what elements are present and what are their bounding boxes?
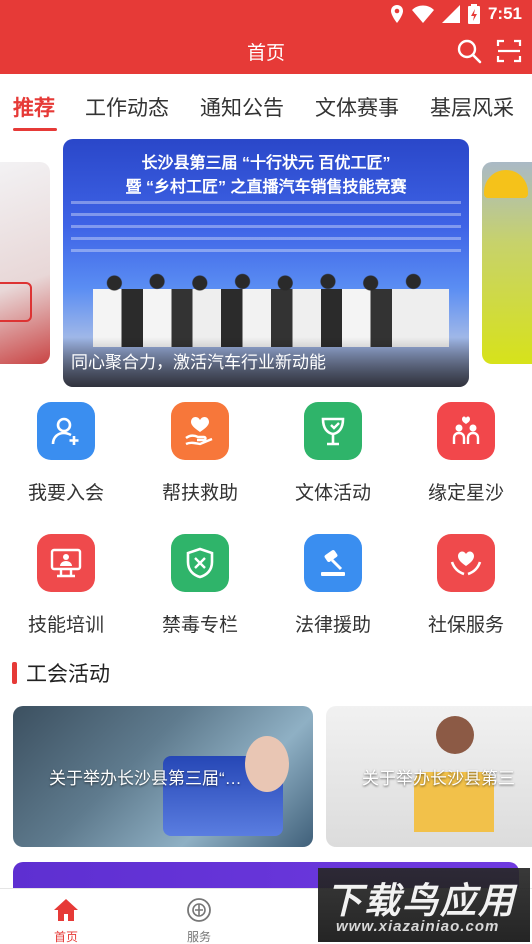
couple-heart-icon — [437, 402, 495, 460]
tab-notices[interactable]: 通知公告 — [200, 92, 284, 122]
banner-caption-overlay: 同心聚合力，激活汽车行业新动能 — [63, 337, 469, 387]
banner-sponsor-list — [71, 201, 461, 259]
helping-hand-heart-icon — [171, 402, 229, 460]
banner-photo — [93, 267, 449, 347]
slide-graphic — [484, 170, 528, 198]
service-label: 文体活动 — [294, 483, 371, 504]
page-title: 首页 — [246, 43, 285, 64]
wifi-icon — [411, 5, 434, 23]
activity-card-title: 关于举办长沙县第三 — [362, 769, 515, 788]
watermark-brand: 下载鸟应用 — [326, 880, 517, 921]
nav-label: 服务 — [186, 930, 211, 944]
service-label: 禁毒专栏 — [161, 615, 238, 636]
banner-caption: 同心聚合力，激活汽车行业新动能 — [71, 353, 326, 372]
signal-icon — [441, 5, 460, 23]
status-time: 7:51 — [487, 4, 522, 23]
activity-card[interactable]: 关于举办长沙县第三 — [326, 706, 532, 847]
status-bar: 7:51 — [0, 0, 532, 28]
union-emblem-icon — [187, 898, 211, 922]
service-label: 社保服务 — [427, 615, 504, 636]
service-social-security[interactable]: 社保服务 — [411, 534, 521, 637]
tab-indicator — [13, 128, 57, 131]
service-join-union[interactable]: 我要入会 — [11, 402, 121, 505]
home-icon — [54, 899, 78, 921]
battery-icon — [467, 4, 480, 24]
banner-next-slide[interactable] — [482, 162, 532, 364]
banner-slide[interactable]: 长沙县第三届 “十行状元 百优工匠” 暨 “乡村工匠” 之直播汽车销售技能竞赛 … — [63, 139, 469, 387]
tab-grassroots[interactable]: 基层风采 — [430, 92, 514, 122]
service-anti-drug[interactable]: 禁毒专栏 — [145, 534, 255, 637]
service-label: 技能培训 — [27, 615, 104, 636]
tab-recommend[interactable]: 推荐 — [13, 92, 55, 122]
banner-prev-slide[interactable] — [0, 162, 50, 364]
training-board-icon — [37, 534, 95, 592]
service-assistance[interactable]: 帮扶救助 — [145, 402, 255, 505]
banner-headline-2: 暨 “乡村工匠” 之直播汽车销售技能竞赛 — [125, 179, 407, 196]
section-title: 工会活动 — [26, 663, 110, 686]
service-label: 我要入会 — [27, 483, 104, 504]
user-add-icon — [37, 402, 95, 460]
nav-service[interactable]: 服务 — [169, 897, 229, 944]
service-matchmaking[interactable]: 缘定星沙 — [411, 402, 521, 505]
tab-sports-culture[interactable]: 文体赛事 — [315, 92, 399, 122]
watermark: 下载鸟应用 www.xiazainiao.com — [318, 868, 530, 942]
tab-work-news[interactable]: 工作动态 — [85, 92, 169, 122]
app-bar: 首页 — [0, 28, 532, 74]
service-legal-aid[interactable]: 法律援助 — [278, 534, 388, 637]
banner-headline-1: 长沙县第三届 “十行状元 百优工匠” — [141, 155, 391, 172]
watermark-url: www.xiazainiao.com — [336, 918, 500, 935]
location-icon — [390, 5, 403, 23]
section-accent-bar — [12, 662, 17, 684]
category-tabs: 推荐 工作动态 通知公告 文体赛事 基层风采 — [0, 74, 532, 136]
activity-card-title: 关于举办长沙县第三届“… — [49, 769, 242, 788]
activity-card[interactable]: 关于举办长沙县第三届“… — [13, 706, 313, 847]
shield-icon — [171, 534, 229, 592]
service-label: 缘定星沙 — [427, 483, 504, 504]
service-culture-sports[interactable]: 文体活动 — [278, 402, 388, 505]
service-skills-training[interactable]: 技能培训 — [11, 534, 121, 637]
service-label: 法律援助 — [294, 615, 371, 636]
nav-label: 首页 — [53, 930, 78, 944]
search-icon[interactable] — [456, 38, 482, 64]
scan-icon[interactable] — [496, 38, 522, 64]
heart-hands-icon — [437, 534, 495, 592]
gavel-icon — [304, 534, 362, 592]
service-label: 帮扶救助 — [161, 483, 238, 504]
card-image-ball — [436, 716, 474, 754]
slide-graphic — [0, 282, 32, 322]
nav-home[interactable]: 首页 — [36, 897, 96, 944]
trophy-flag-icon — [304, 402, 362, 460]
union-activities-header: 工会活动 — [12, 660, 110, 686]
